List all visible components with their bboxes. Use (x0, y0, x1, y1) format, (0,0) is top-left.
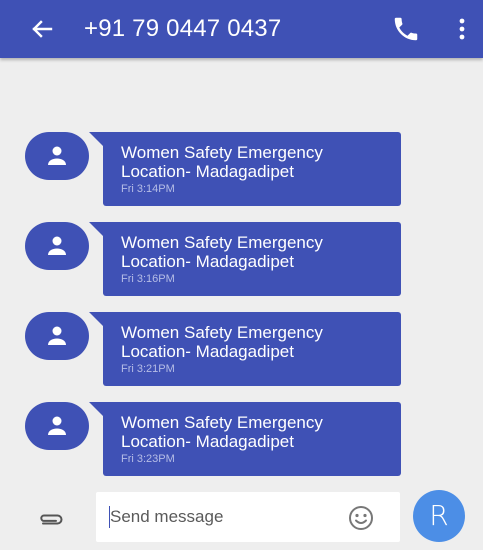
message-timestamp: Fri 3:14PM (121, 183, 175, 195)
compose-field[interactable] (96, 492, 400, 542)
message-bubble[interactable]: Women Safety Emergency Location- Madagad… (103, 222, 401, 296)
message-text: Women Safety Emergency Location- Madagad… (121, 323, 323, 361)
back-button[interactable] (26, 13, 58, 45)
paperclip-icon (40, 514, 63, 525)
person-icon (48, 326, 66, 345)
arrow-back-icon (32, 20, 53, 38)
contact-avatar[interactable] (25, 222, 89, 270)
bubble-tail (89, 132, 103, 146)
message-bubble[interactable]: Women Safety Emergency Location- Madagad… (103, 402, 401, 476)
conversation-title: +91 79 0447 0437 (84, 15, 282, 42)
app-bar: +91 79 0447 0437 (0, 0, 483, 58)
message-timestamp: Fri 3:23PM (121, 453, 175, 465)
compose-bar: R (0, 490, 483, 550)
message-text: Women Safety Emergency Location- Madagad… (121, 143, 323, 181)
more-options-button[interactable] (452, 14, 472, 44)
message-bubble[interactable]: Women Safety Emergency Location- Madagad… (103, 132, 401, 206)
message-text: Women Safety Emergency Location- Madagad… (121, 413, 323, 451)
message-item[interactable]: Women Safety Emergency Location- Madagad… (0, 132, 483, 212)
message-thread[interactable]: Women Safety Emergency Location- Madagad… (0, 58, 483, 490)
message-input[interactable] (110, 500, 330, 534)
bubble-tail (89, 222, 103, 236)
attach-button[interactable] (34, 504, 66, 536)
send-button[interactable]: R (413, 490, 465, 542)
person-icon (48, 146, 66, 165)
person-icon (48, 236, 66, 255)
message-item[interactable]: Women Safety Emergency Location- Madagad… (0, 222, 483, 302)
person-icon (48, 416, 66, 435)
emoji-button[interactable] (347, 504, 375, 532)
bubble-tail (89, 402, 103, 416)
call-button[interactable] (391, 14, 421, 44)
message-item[interactable]: Women Safety Emergency Location- Madagad… (0, 402, 483, 482)
contact-avatar[interactable] (25, 402, 89, 450)
contact-avatar[interactable] (25, 312, 89, 360)
more-vert-icon (459, 18, 465, 40)
message-item[interactable]: Women Safety Emergency Location- Madagad… (0, 312, 483, 392)
phone-icon (394, 17, 418, 41)
message-bubble[interactable]: Women Safety Emergency Location- Madagad… (103, 312, 401, 386)
bubble-tail (89, 312, 103, 326)
message-timestamp: Fri 3:16PM (121, 273, 175, 285)
smiley-icon (349, 506, 373, 530)
contact-avatar[interactable] (25, 132, 89, 180)
message-text: Women Safety Emergency Location- Madagad… (121, 233, 323, 271)
message-timestamp: Fri 3:21PM (121, 363, 175, 375)
